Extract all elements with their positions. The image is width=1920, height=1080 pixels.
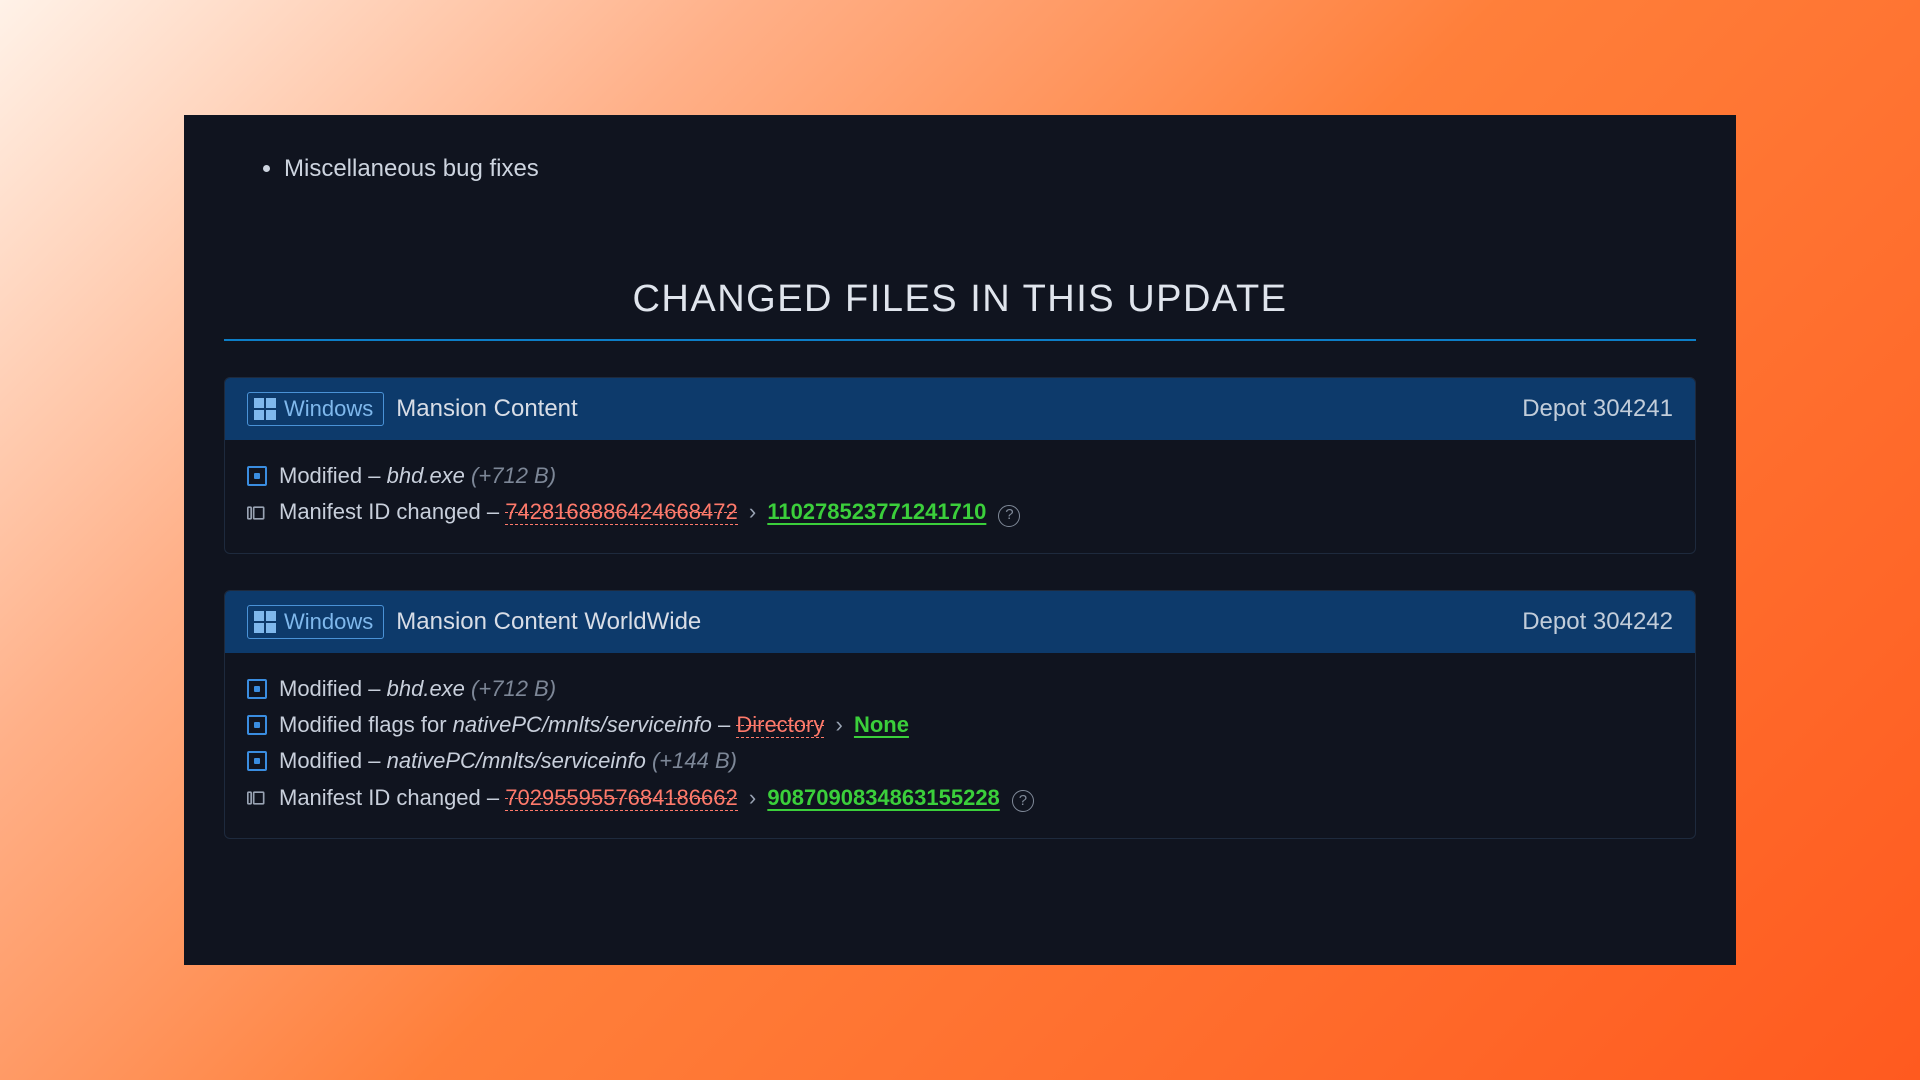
os-label: Windows	[284, 396, 373, 422]
depot-name: Mansion Content WorldWide	[396, 608, 701, 636]
depot-id[interactable]: Depot 304242	[1522, 608, 1673, 636]
change-row-modified: Modified – bhd.exe (+712 B)	[247, 458, 1673, 494]
os-badge-windows: Windows	[247, 605, 384, 639]
depot-id[interactable]: Depot 304241	[1522, 395, 1673, 423]
change-size: (+712 B)	[471, 463, 556, 488]
modified-icon	[247, 715, 267, 735]
change-size: (+144 B)	[652, 748, 737, 773]
change-size: (+712 B)	[471, 676, 556, 701]
depot-body: Modified – bhd.exe (+712 B) Manifest ID …	[225, 440, 1695, 553]
change-file: nativePC/mnlts/serviceinfo	[387, 748, 646, 773]
change-row-manifest: Manifest ID changed – 702955955768418666…	[247, 780, 1673, 816]
change-file: nativePC/mnlts/serviceinfo	[453, 712, 712, 737]
changelog-item: Miscellaneous bug fixes	[284, 155, 1696, 183]
depot-header[interactable]: Windows Mansion Content WorldWide Depot …	[225, 591, 1695, 653]
change-label: Modified	[279, 676, 362, 701]
manifest-new[interactable]: 9087090834863155228	[767, 785, 999, 810]
manifest-icon	[247, 788, 267, 808]
help-icon[interactable]: ?	[998, 505, 1020, 527]
depot-name: Mansion Content	[396, 395, 577, 423]
changelog-list: Miscellaneous bug fixes	[224, 155, 1696, 183]
change-row-manifest: Manifest ID changed – 742816888642466847…	[247, 494, 1673, 530]
change-file: bhd.exe	[387, 463, 465, 488]
change-row-modified: Modified – bhd.exe (+712 B)	[247, 671, 1673, 707]
arrow-icon: ›	[744, 785, 761, 810]
change-label: Manifest ID changed	[279, 785, 481, 810]
modified-icon	[247, 751, 267, 771]
os-label: Windows	[284, 609, 373, 635]
help-icon[interactable]: ?	[1012, 790, 1034, 812]
os-badge-windows: Windows	[247, 392, 384, 426]
change-label: Modified flags for	[279, 712, 447, 737]
flags-new: None	[854, 712, 909, 737]
change-label: Modified	[279, 748, 362, 773]
flags-old: Directory	[736, 712, 824, 738]
depot-card: Windows Mansion Content Depot 304241 Mod…	[224, 377, 1696, 554]
windows-icon	[254, 398, 276, 420]
change-label: Manifest ID changed	[279, 499, 481, 524]
manifest-icon	[247, 503, 267, 523]
arrow-icon: ›	[830, 712, 847, 737]
modified-icon	[247, 466, 267, 486]
depot-body: Modified – bhd.exe (+712 B) Modified fla…	[225, 653, 1695, 838]
depot-header[interactable]: Windows Mansion Content Depot 304241	[225, 378, 1695, 440]
depot-card: Windows Mansion Content WorldWide Depot …	[224, 590, 1696, 839]
change-row-flags: Modified flags for nativePC/mnlts/servic…	[247, 707, 1673, 743]
manifest-old[interactable]: 7029559557684186662	[505, 785, 737, 811]
main-panel: Miscellaneous bug fixes CHANGED FILES IN…	[184, 115, 1736, 965]
change-file: bhd.exe	[387, 676, 465, 701]
arrow-icon: ›	[744, 499, 761, 524]
windows-icon	[254, 611, 276, 633]
manifest-old[interactable]: 7428168886424668472	[505, 499, 737, 525]
modified-icon	[247, 679, 267, 699]
section-title: CHANGED FILES IN THIS UPDATE	[224, 278, 1696, 341]
change-label: Modified	[279, 463, 362, 488]
change-row-modified: Modified – nativePC/mnlts/serviceinfo (+…	[247, 743, 1673, 779]
manifest-new[interactable]: 110278523771241710	[767, 499, 986, 524]
